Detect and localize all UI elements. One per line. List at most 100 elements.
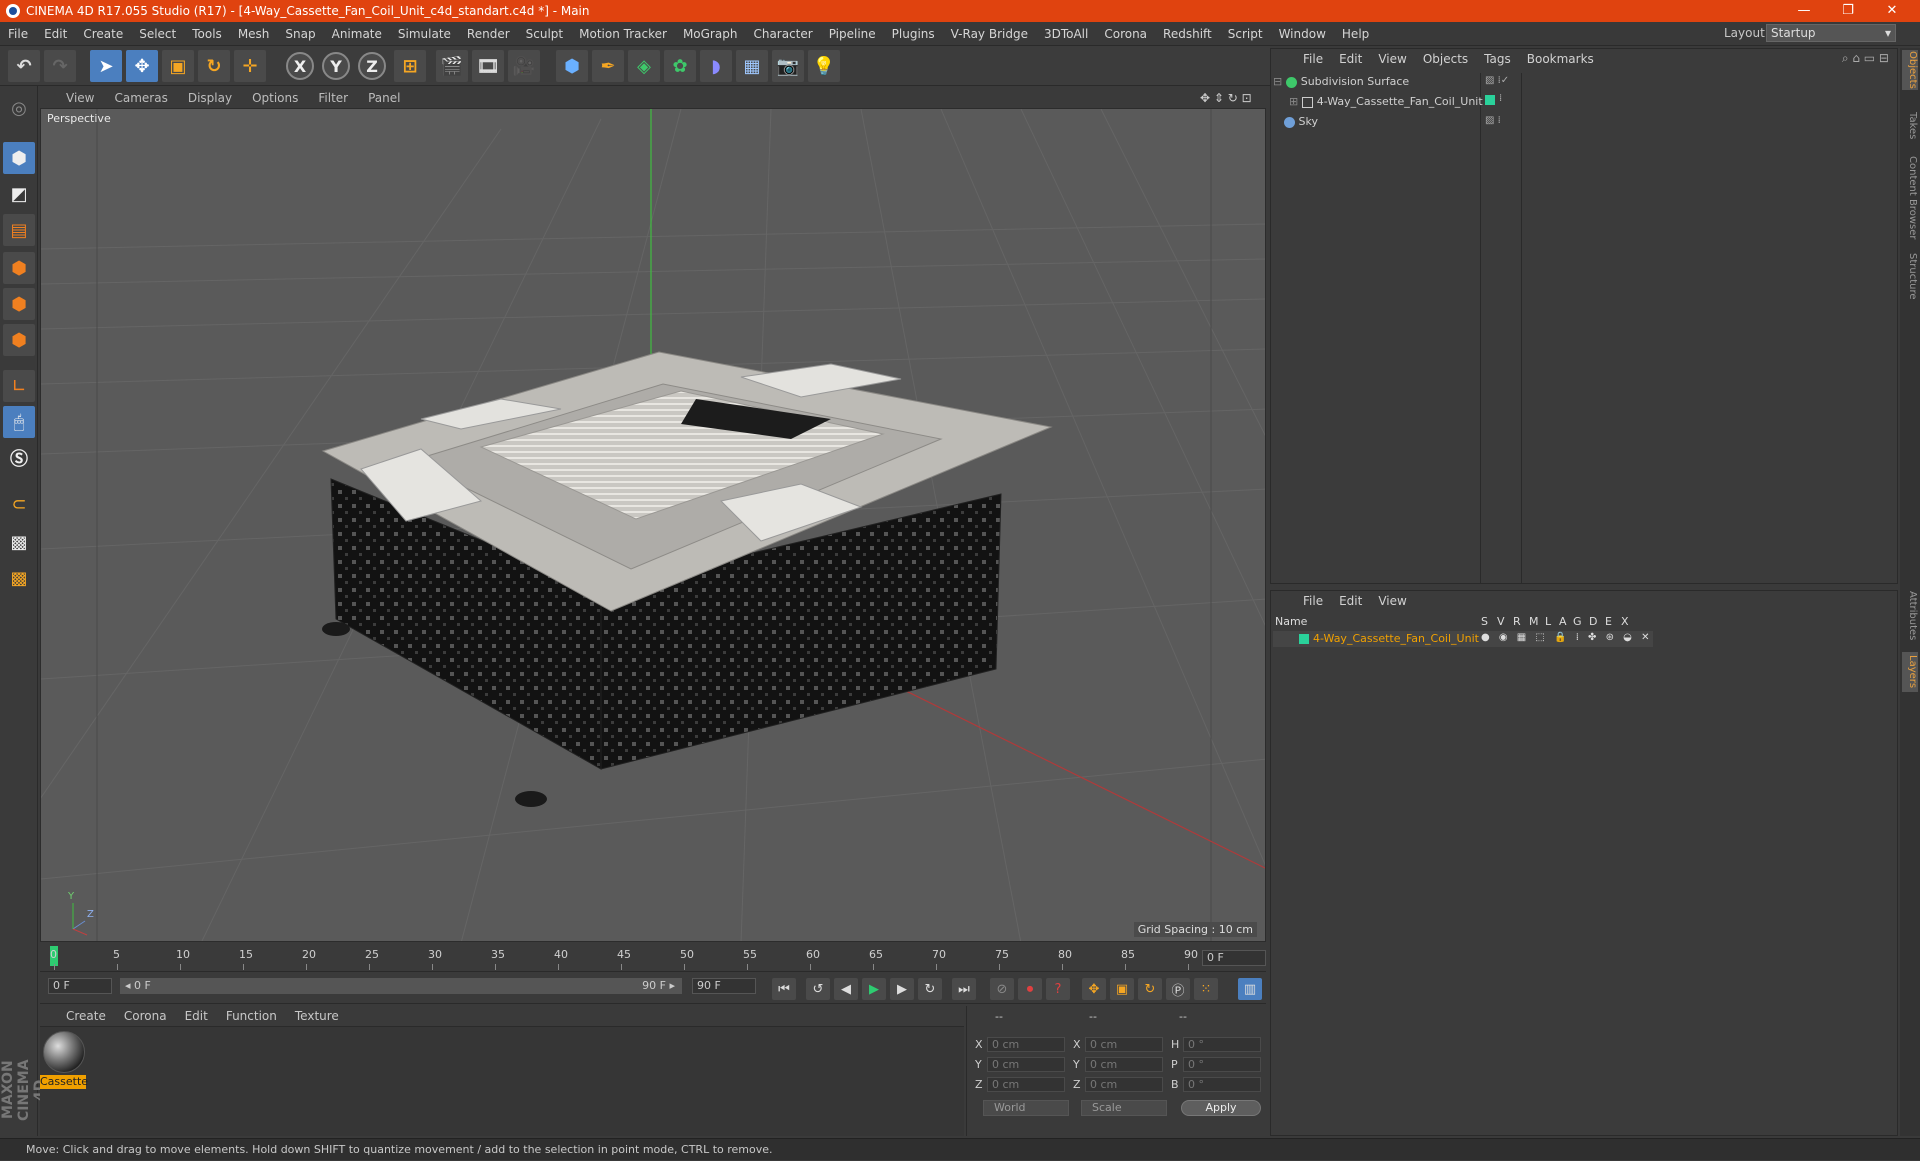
object-row-cassette-unit[interactable]: ⊞ 4-Way_Cassette_Fan_Coil_Unit: [1273, 93, 1483, 111]
polygons-mode-icon[interactable]: ⬢: [3, 324, 35, 356]
make-editable-icon[interactable]: ◎: [3, 92, 35, 124]
menu-corona[interactable]: Corona: [1096, 27, 1155, 41]
menu-redshift[interactable]: Redshift: [1155, 27, 1220, 41]
tweak-mode-icon[interactable]: 🖱: [3, 406, 35, 438]
material-name-label[interactable]: Cassette: [40, 1075, 88, 1089]
menu-script[interactable]: Script: [1220, 27, 1271, 41]
rotation-h-field[interactable]: 0 °: [1183, 1037, 1261, 1052]
autokeying-icon[interactable]: ?: [1046, 978, 1070, 1000]
object-row-sky[interactable]: Sky: [1273, 113, 1483, 131]
viewport-menu-options[interactable]: Options: [242, 91, 308, 105]
current-frame-field[interactable]: 0 F: [1202, 950, 1266, 966]
menu-window[interactable]: Window: [1271, 27, 1334, 41]
menu-mesh[interactable]: Mesh: [230, 27, 278, 41]
menu-vray-bridge[interactable]: V-Ray Bridge: [943, 27, 1036, 41]
undo-icon[interactable]: ↶: [8, 50, 40, 82]
menu-select[interactable]: Select: [131, 27, 184, 41]
axis-z-icon[interactable]: Z: [358, 52, 386, 80]
transform-icon[interactable]: ✛: [234, 50, 266, 82]
rotation-b-field[interactable]: 0 °: [1183, 1077, 1261, 1092]
axis-y-icon[interactable]: Y: [322, 52, 350, 80]
menu-file[interactable]: File: [0, 27, 36, 41]
tab-structure[interactable]: Structure: [1902, 246, 1918, 306]
size-x-field[interactable]: 0 cm: [1085, 1037, 1163, 1052]
snap-magnet-icon[interactable]: ⊂: [3, 488, 35, 520]
workplane-lock-icon[interactable]: ▩: [3, 526, 35, 558]
obj-menu-edit[interactable]: Edit: [1331, 52, 1370, 66]
tab-takes[interactable]: Takes: [1902, 106, 1918, 146]
sky-visibility-icon[interactable]: ▨ ⁞: [1485, 115, 1501, 126]
cassette-fan-coil-model[interactable]: [321, 351, 1053, 807]
floor-environment-icon[interactable]: ▦: [736, 50, 768, 82]
key-rotation-icon[interactable]: ↻: [1138, 978, 1162, 1000]
go-to-start-icon[interactable]: ⏮: [772, 978, 796, 1000]
menu-tools[interactable]: Tools: [184, 27, 230, 41]
key-scale-icon[interactable]: ▣: [1110, 978, 1134, 1000]
tab-layers[interactable]: Layers: [1902, 652, 1918, 692]
redo-icon[interactable]: ↷: [44, 50, 76, 82]
viewport-nav-icons[interactable]: ✥ ⇕ ↻ ⊡: [1200, 91, 1252, 105]
go-to-end-icon[interactable]: ⏭: [952, 978, 976, 1000]
timeline-range-slider[interactable]: ◂ 0 F 90 F ▸: [120, 978, 682, 994]
object-row-subdivision-surface[interactable]: ⊟ Subdivision Surface: [1273, 73, 1483, 91]
rotate-icon[interactable]: ↻: [198, 50, 230, 82]
obj-menu-bookmarks[interactable]: Bookmarks: [1519, 52, 1602, 66]
record-keys-off-icon[interactable]: ⊘: [990, 978, 1014, 1000]
menu-render[interactable]: Render: [459, 27, 518, 41]
layer-menu-view[interactable]: View: [1370, 594, 1414, 608]
grid-snap-icon[interactable]: ▩: [3, 562, 35, 594]
material-menu-function[interactable]: Function: [217, 1009, 286, 1023]
position-z-field[interactable]: 0 cm: [987, 1077, 1065, 1092]
object-manager-tools-icons[interactable]: ⌕ ⌂ ▭ ⊟: [1842, 51, 1889, 66]
rotation-p-field[interactable]: 0 °: [1183, 1057, 1261, 1072]
timeline-start-field[interactable]: 0 F: [48, 978, 112, 994]
menu-simulate[interactable]: Simulate: [390, 27, 459, 41]
axis-mode-icon[interactable]: ∟: [3, 370, 35, 402]
layer-toggle-icons[interactable]: ● ◉ ▦ ⬚ 🔒 ⁞ ✤ ⊛ ◒ ✕: [1481, 632, 1652, 643]
play-icon[interactable]: ▶: [862, 978, 886, 1000]
viewport-menu-cameras[interactable]: Cameras: [104, 91, 177, 105]
tab-content-browser[interactable]: Content Browser: [1902, 148, 1918, 248]
menu-snap[interactable]: Snap: [277, 27, 323, 41]
tab-attributes[interactable]: Attributes: [1902, 586, 1918, 646]
viewport-menu-view[interactable]: View: [40, 91, 104, 105]
layer-row[interactable]: 4-Way_Cassette_Fan_Coil_Unit ● ◉ ▦ ⬚ 🔒 ⁞…: [1273, 631, 1653, 647]
menu-animate[interactable]: Animate: [324, 27, 390, 41]
deformer-icon[interactable]: ◗: [700, 50, 732, 82]
layer-color-swatch[interactable]: [1299, 634, 1309, 644]
size-y-field[interactable]: 0 cm: [1085, 1057, 1163, 1072]
visibility-dots-icon[interactable]: ⁞: [1499, 93, 1502, 104]
material-menu-corona[interactable]: Corona: [115, 1009, 176, 1023]
timeline-ruler[interactable]: 0 5 10 15 20 25 30 35 40 45 50 55 60 65 70 75 80 85 90: [40, 944, 1266, 972]
previous-key-icon[interactable]: ↺: [806, 978, 830, 1000]
points-mode-icon[interactable]: ⬢: [3, 252, 35, 284]
render-view-icon[interactable]: 🎬: [436, 50, 468, 82]
menu-edit[interactable]: Edit: [36, 27, 75, 41]
size-z-field[interactable]: 0 cm: [1085, 1077, 1163, 1092]
menu-3dtoall[interactable]: 3DToAll: [1036, 27, 1096, 41]
solo-mode-icon[interactable]: Ⓢ: [3, 442, 35, 474]
layer-color-swatch[interactable]: [1485, 95, 1495, 105]
layer-menu-file[interactable]: File: [1295, 594, 1331, 608]
obj-menu-tags[interactable]: Tags: [1476, 52, 1519, 66]
position-x-field[interactable]: 0 cm: [987, 1037, 1065, 1052]
workplane-icon[interactable]: ▤: [3, 214, 35, 246]
perspective-viewport[interactable]: Y Z Perspective Grid Spacing : 10 cm: [40, 108, 1266, 942]
axis-x-icon[interactable]: X: [286, 52, 314, 80]
menu-help[interactable]: Help: [1334, 27, 1377, 41]
key-param-icon[interactable]: Ⓟ: [1166, 978, 1190, 1000]
key-position-icon[interactable]: ✥: [1082, 978, 1106, 1000]
next-frame-icon[interactable]: ▶: [890, 978, 914, 1000]
camera-icon[interactable]: 📷: [772, 50, 804, 82]
previous-frame-icon[interactable]: ◀: [834, 978, 858, 1000]
edges-mode-icon[interactable]: ⬢: [3, 288, 35, 320]
material-menu-edit[interactable]: Edit: [176, 1009, 217, 1023]
size-mode-dropdown[interactable]: Scale: [1081, 1100, 1167, 1116]
menu-motion-tracker[interactable]: Motion Tracker: [571, 27, 675, 41]
coordinate-system-icon[interactable]: ⊞: [394, 50, 426, 82]
layer-name[interactable]: 4-Way_Cassette_Fan_Coil_Unit: [1313, 632, 1479, 645]
next-key-icon[interactable]: ↻: [918, 978, 942, 1000]
obj-menu-view[interactable]: View: [1370, 52, 1414, 66]
minimize-button[interactable]: —: [1782, 0, 1826, 22]
subdivision-surface-icon[interactable]: ◈: [628, 50, 660, 82]
